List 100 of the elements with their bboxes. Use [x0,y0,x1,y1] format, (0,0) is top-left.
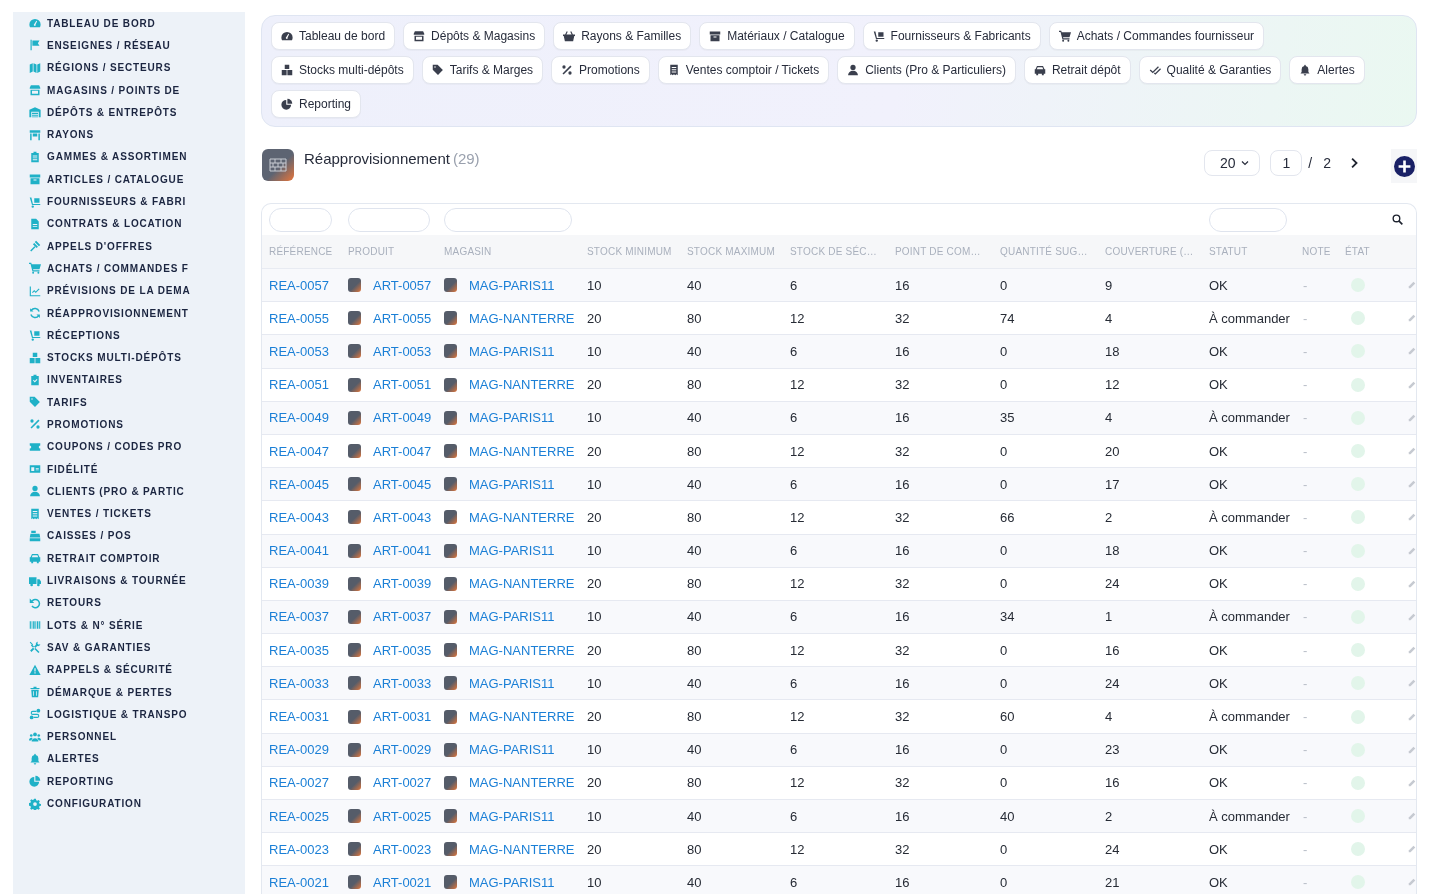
nav-tab[interactable]: Rayons & Familles [553,22,692,50]
sidebar-item[interactable]: STOCKS MULTI-DÉPÔTS [13,346,186,369]
reference-link[interactable]: REA-0037 [269,609,348,625]
pencil-icon[interactable] [1408,712,1416,721]
product-link[interactable]: ART-0043 [373,509,432,525]
product-link[interactable]: ART-0057 [373,277,432,293]
next-page-button[interactable] [1349,156,1360,170]
store-link[interactable]: MAG-PARIS11 [469,543,555,559]
store-link[interactable]: MAG-PARIS11 [469,410,555,426]
reference-link[interactable]: REA-0057 [269,277,348,293]
reference-link[interactable]: REA-0055 [269,310,348,326]
pencil-icon[interactable] [1408,878,1416,887]
store-link[interactable]: MAG-PARIS11 [469,742,555,758]
sidebar-item[interactable]: RAPPELS & SÉCURITÉ [13,658,177,681]
filter-field[interactable] [1209,207,1287,232]
sidebar-item[interactable]: CONTRATS & LOCATION [13,212,187,235]
store-link[interactable]: MAG-PARIS11 [469,609,555,625]
pencil-icon[interactable] [1408,579,1416,588]
sidebar-item[interactable]: SAV & GARANTIES [13,636,156,659]
sidebar-item[interactable]: CAISSES / POS [13,524,136,548]
reference-link[interactable]: REA-0049 [269,410,348,426]
pencil-icon[interactable] [1408,812,1416,821]
sidebar-item[interactable]: ALERTES [13,747,104,771]
product-link[interactable]: ART-0025 [373,808,432,824]
pencil-icon[interactable] [1408,413,1416,422]
store-link[interactable]: MAG-PARIS11 [469,874,555,890]
sidebar-item[interactable]: GAMMES & ASSORTIMEN [13,145,192,169]
reference-link[interactable]: REA-0035 [269,642,348,658]
nav-tab[interactable]: Stocks multi-dépôts [271,56,414,84]
sidebar-item[interactable]: CONFIGURATION [13,792,146,815]
nav-tab[interactable]: Tableau de bord [271,22,396,50]
sidebar-item[interactable]: DÉPÔTS & ENTREPÔTS [13,101,182,124]
store-link[interactable]: MAG-NANTERRE [469,576,575,592]
product-link[interactable]: ART-0031 [373,709,432,725]
nav-tab[interactable]: Ventes comptoir / Tickets [657,56,830,84]
sidebar-item[interactable]: PRÉVISIONS DE LA DEMA [13,279,195,302]
sidebar-item[interactable]: PROMOTIONS [13,413,128,436]
reference-link[interactable]: REA-0051 [269,377,348,393]
pencil-icon[interactable] [1408,314,1416,323]
store-link[interactable]: MAG-NANTERRE [469,310,575,326]
store-link[interactable]: MAG-NANTERRE [469,509,575,525]
product-link[interactable]: ART-0021 [373,874,432,890]
pencil-icon[interactable] [1408,347,1416,356]
pencil-icon[interactable] [1408,745,1416,754]
product-link[interactable]: ART-0049 [373,410,432,426]
sidebar-item[interactable]: FIDÉLITÉ [13,457,103,481]
pencil-icon[interactable] [1408,546,1416,555]
nav-tab[interactable]: Dépôts & Magasins [403,22,546,50]
store-link[interactable]: MAG-PARIS11 [469,808,555,824]
store-link[interactable]: MAG-NANTERRE [469,841,575,857]
sidebar-item[interactable]: LOGISTIQUE & TRANSPO [13,703,192,726]
reference-link[interactable]: REA-0053 [269,343,348,359]
sidebar-item[interactable]: RAYONS [13,123,98,146]
product-link[interactable]: ART-0023 [373,841,432,857]
sidebar-item[interactable]: MAGASINS / POINTS DE [13,78,185,102]
sidebar-item[interactable]: RÉGIONS / SECTEURS [13,56,176,79]
reference-link[interactable]: REA-0041 [269,543,348,559]
nav-tab[interactable]: Fournisseurs & Fabricants [862,22,1041,50]
search-icon[interactable] [1392,214,1403,225]
store-link[interactable]: MAG-NANTERRE [469,775,575,791]
filter-field[interactable] [444,207,572,232]
sidebar-item[interactable]: ENSEIGNES / RÉSEAU [13,34,175,57]
sidebar-item[interactable]: DÉMARQUE & PERTES [13,680,177,704]
product-link[interactable]: ART-0027 [373,775,432,791]
pencil-icon[interactable] [1408,845,1416,854]
reference-link[interactable]: REA-0039 [269,576,348,592]
filter-field[interactable] [269,207,332,232]
sidebar-item[interactable]: TARIFS [13,391,92,414]
reference-link[interactable]: REA-0031 [269,709,348,725]
product-link[interactable]: ART-0041 [373,543,432,559]
reference-link[interactable]: REA-0043 [269,509,348,525]
sidebar-item[interactable]: LIVRAISONS & TOURNÉE [13,569,191,592]
sidebar-item[interactable]: PERSONNEL [13,725,121,748]
sidebar-item[interactable]: APPELS D'OFFRES [13,234,157,258]
product-link[interactable]: ART-0047 [373,443,432,459]
product-link[interactable]: ART-0035 [373,642,432,658]
nav-tab[interactable]: Matériaux / Catalogue [699,22,855,50]
sidebar-item[interactable]: ARTICLES / CATALOGUE [13,168,189,191]
sidebar-item[interactable]: VENTES / TICKETS [13,502,156,525]
store-link[interactable]: MAG-NANTERRE [469,377,575,393]
store-link[interactable]: MAG-NANTERRE [469,443,575,459]
sidebar-item[interactable]: COUPONS / CODES PRO [13,435,187,458]
nav-tab[interactable]: Qualité & Garanties [1138,56,1282,84]
store-link[interactable]: MAG-PARIS11 [469,675,555,691]
reference-link[interactable]: REA-0027 [269,775,348,791]
product-link[interactable]: ART-0055 [373,310,432,326]
pencil-icon[interactable] [1408,679,1416,688]
nav-tab[interactable]: Reporting [271,90,362,118]
filter-field[interactable] [348,207,430,232]
product-link[interactable]: ART-0053 [373,343,432,359]
pencil-icon[interactable] [1408,513,1416,522]
product-link[interactable]: ART-0051 [373,377,432,393]
reference-link[interactable]: REA-0025 [269,808,348,824]
sidebar-item[interactable]: RÉCEPTIONS [13,324,125,347]
pencil-icon[interactable] [1408,480,1416,489]
product-link[interactable]: ART-0029 [373,742,432,758]
pencil-icon[interactable] [1408,281,1416,290]
sidebar-item[interactable]: CLIENTS (PRO & PARTIC [13,480,189,503]
nav-tab[interactable]: Promotions [551,56,650,84]
sidebar-item[interactable]: LOTS & N° SÉRIE [13,614,148,637]
